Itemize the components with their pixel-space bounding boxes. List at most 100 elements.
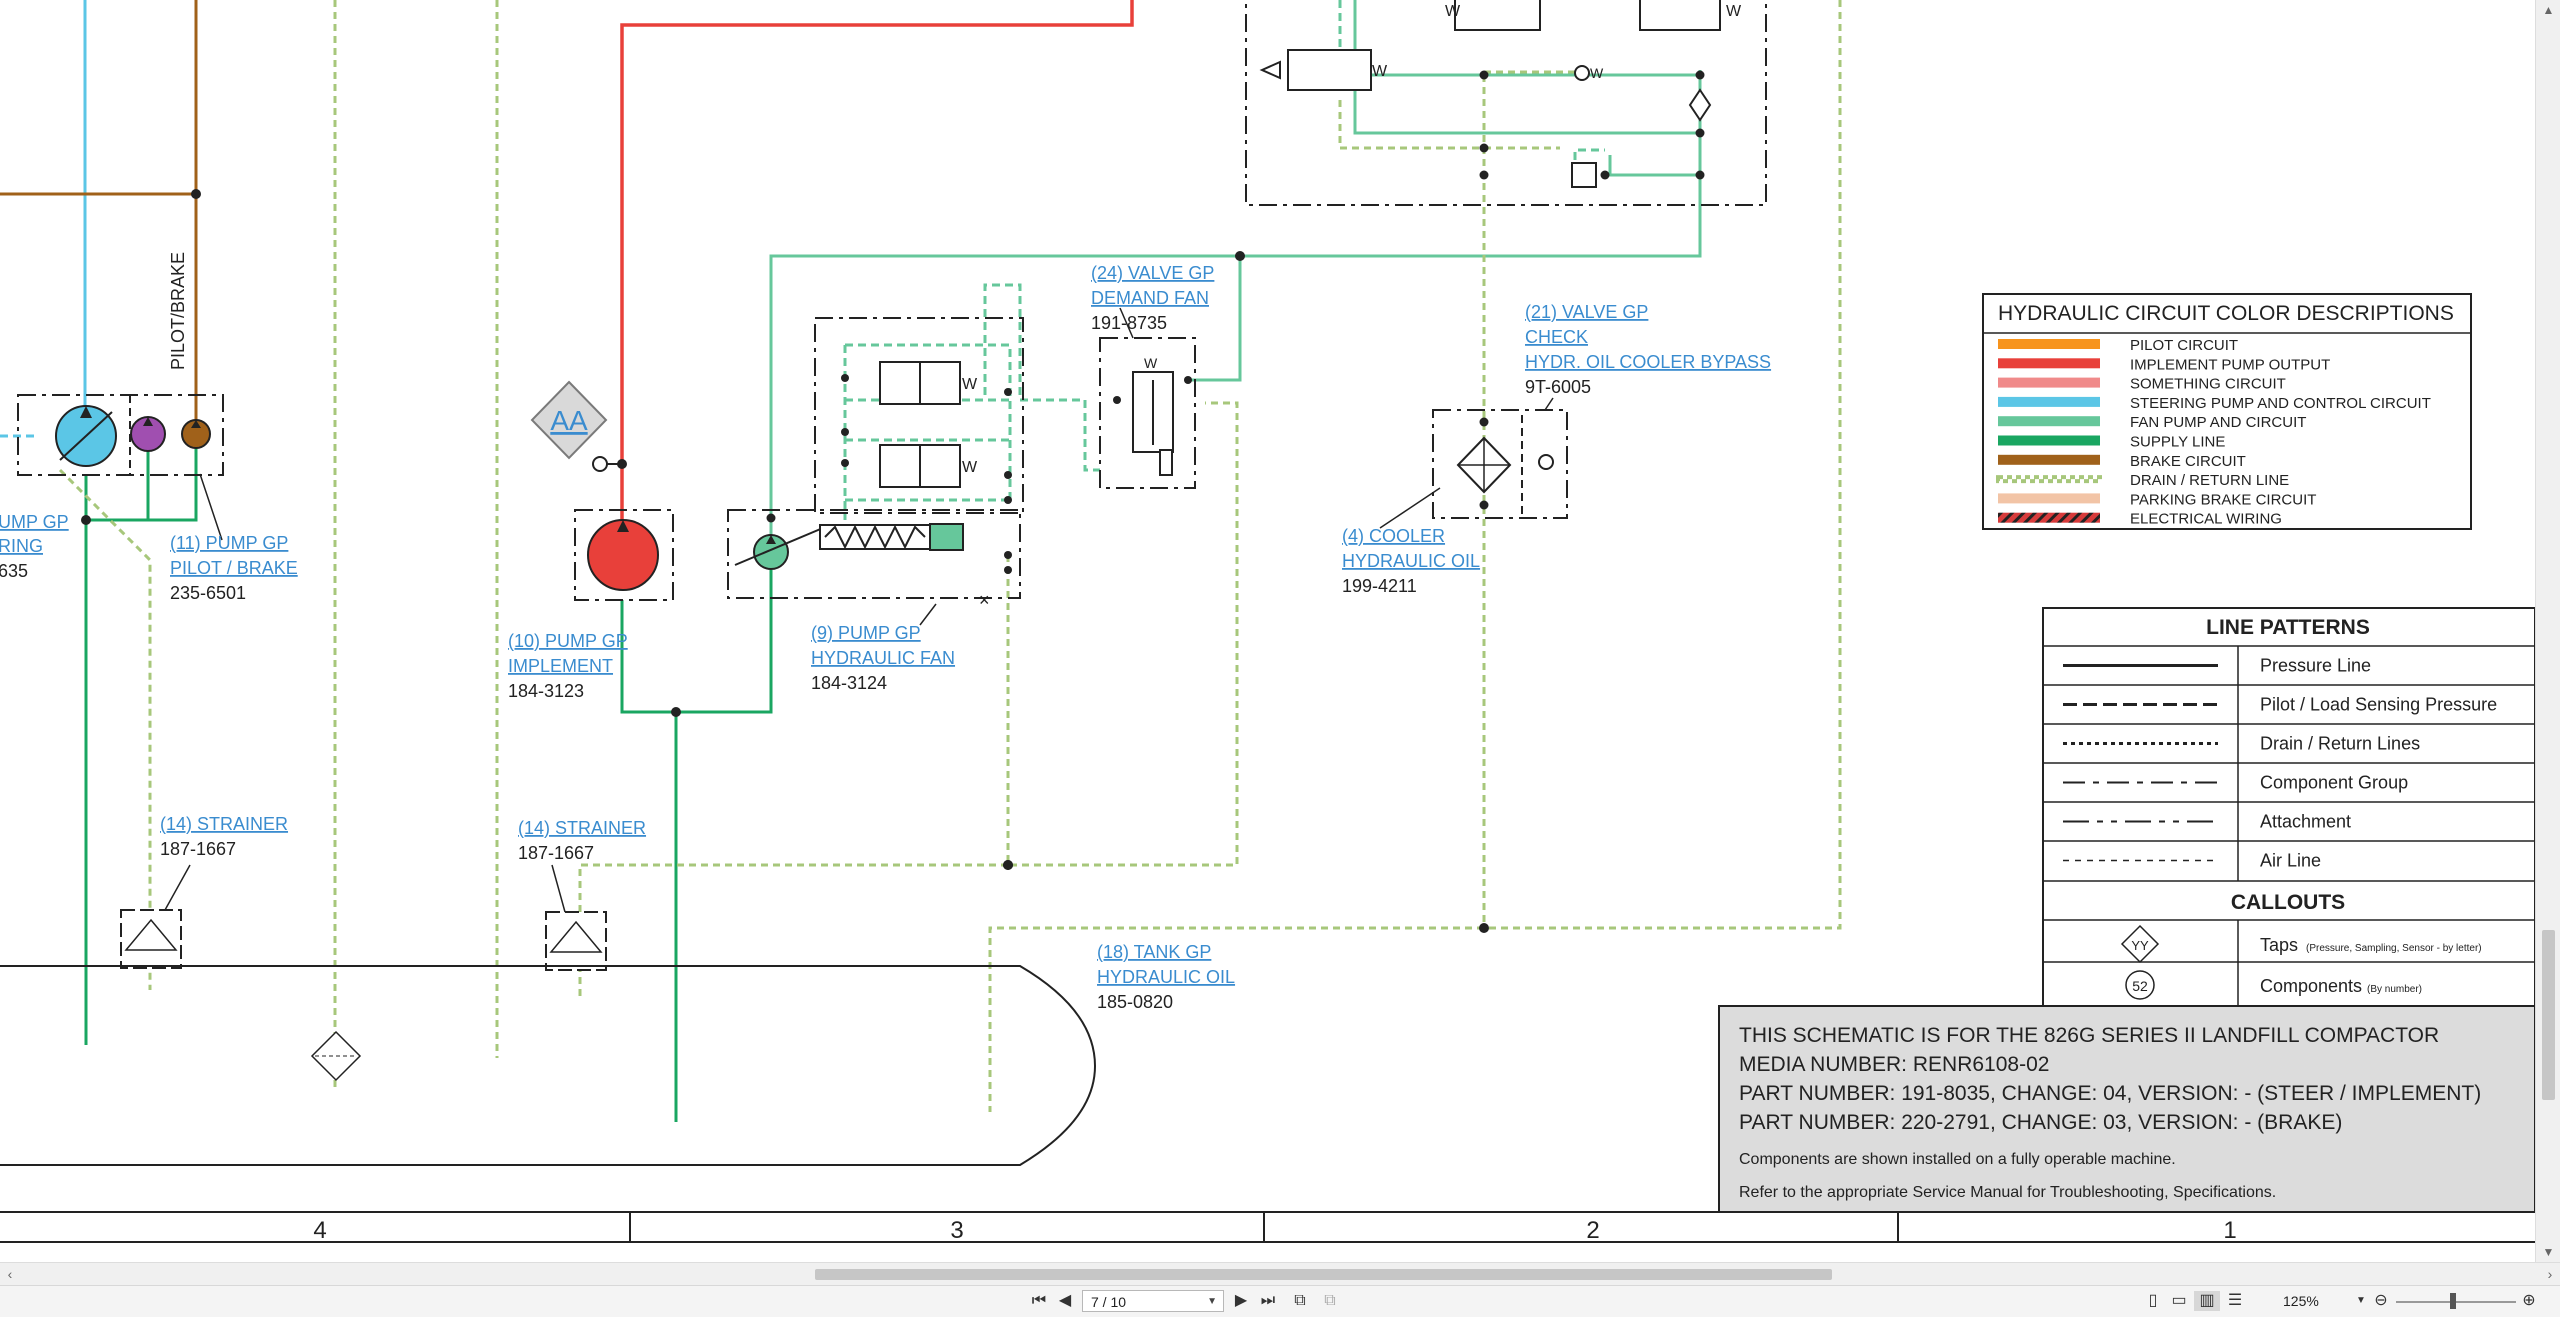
strainer-a-name[interactable]: (14) STRAINER bbox=[160, 814, 288, 834]
legend-swatch bbox=[1996, 475, 2102, 484]
line-pattern-label: Pilot / Load Sensing Pressure bbox=[2260, 695, 2497, 715]
legend-label: STEERING PUMP AND CONTROL CIRCUIT bbox=[2130, 395, 2431, 412]
vertical-scrollbar[interactable]: ▲ ▼ bbox=[2535, 0, 2560, 1262]
info-line-4: PART NUMBER: 220-2791, CHANGE: 03, VERSI… bbox=[1739, 1111, 2342, 1134]
horizontal-scroll-thumb[interactable] bbox=[815, 1269, 1832, 1280]
line-patterns-legend: LINE PATTERNS Pressure Line Pilot / Load … bbox=[2042, 607, 2535, 1009]
legend-label: SUPPLY LINE bbox=[2130, 434, 2225, 451]
horizontal-scrollbar[interactable]: ‹ › bbox=[0, 1262, 2560, 1285]
svg-text:×: × bbox=[979, 590, 990, 610]
svg-text:W: W bbox=[1726, 3, 1742, 20]
zoom-out-icon[interactable]: ⊖ bbox=[2370, 1291, 2392, 1311]
next-page-icon[interactable]: ▶ bbox=[1230, 1291, 1252, 1311]
strainer-b-part: 187-1667 bbox=[518, 843, 594, 863]
info-line-3: PART NUMBER: 191-8035, CHANGE: 04, VERSI… bbox=[1739, 1082, 2481, 1105]
pump-implement-part: 184-3123 bbox=[508, 681, 584, 701]
legend-label: BRAKE CIRCUIT bbox=[2130, 453, 2246, 470]
scroll-left-icon[interactable]: ‹ bbox=[0, 1263, 20, 1285]
pump-steering-name[interactable]: UMP GP bbox=[0, 512, 69, 532]
valve-check-part: 9T-6005 bbox=[1525, 377, 1591, 397]
last-page-icon[interactable]: ⏭ bbox=[1256, 1291, 1280, 1311]
tap-aa-label: AA bbox=[550, 405, 588, 436]
strainer-a-part: 187-1667 bbox=[160, 839, 236, 859]
svg-text:W: W bbox=[1372, 63, 1388, 80]
tank-part: 185-0820 bbox=[1097, 992, 1173, 1012]
schematic-canvas: W W W W × W W W AA UMP GP RING 635 (11) … bbox=[0, 0, 2535, 1262]
pilot-brake-line-label: PILOT/BRAKE bbox=[168, 252, 188, 370]
legend-label: PILOT CIRCUIT bbox=[2130, 337, 2238, 354]
zoom-slider[interactable] bbox=[2396, 1301, 2516, 1303]
zoom-in-icon[interactable]: ⊕ bbox=[2518, 1291, 2540, 1311]
valve-check-name2[interactable]: CHECK bbox=[1525, 327, 1588, 347]
cooler-name[interactable]: (4) COOLER bbox=[1342, 526, 1445, 546]
legend-swatch bbox=[1998, 454, 2100, 465]
facing-view-icon[interactable]: ▥ bbox=[2194, 1291, 2220, 1311]
continuous-view-icon[interactable]: ▭ bbox=[2168, 1291, 2190, 1311]
pump-steering-name2[interactable]: RING bbox=[0, 536, 43, 556]
svg-text:W: W bbox=[962, 459, 978, 476]
component-callout-symbol: 52 bbox=[2132, 978, 2148, 994]
continuous-facing-view-icon[interactable]: ☰ bbox=[2224, 1291, 2246, 1311]
legend-label: PARKING BRAKE CIRCUIT bbox=[2130, 491, 2316, 508]
pump-fan-name[interactable]: (9) PUMP GP bbox=[811, 623, 921, 643]
legend-label: DRAIN / RETURN LINE bbox=[2130, 472, 2289, 489]
color-legend-title: HYDRAULIC CIRCUIT COLOR DESCRIPTIONS bbox=[1998, 302, 2454, 325]
valve-check-name[interactable]: (21) VALVE GP bbox=[1525, 302, 1648, 322]
cooler-name2[interactable]: HYDRAULIC OIL bbox=[1342, 551, 1480, 571]
fit-page-icon[interactable]: ⧉ bbox=[1288, 1291, 1312, 1311]
legend-swatch bbox=[1998, 512, 2100, 523]
tank-name[interactable]: (18) TANK GP bbox=[1097, 942, 1211, 962]
svg-text:W: W bbox=[1144, 355, 1158, 371]
info-line-1: THIS SCHEMATIC IS FOR THE 826G SERIES II… bbox=[1739, 1024, 2439, 1047]
page-number-input[interactable]: 7 / 10 ▼ bbox=[1082, 1290, 1224, 1312]
legend-swatch bbox=[1998, 396, 2100, 407]
color-legend: HYDRAULIC CIRCUIT COLOR DESCRIPTIONS PIL… bbox=[1982, 293, 2472, 530]
vertical-scroll-thumb[interactable] bbox=[2542, 930, 2555, 1100]
callouts-title: CALLOUTS bbox=[2231, 891, 2345, 914]
line-pattern-label: Pressure Line bbox=[2260, 656, 2371, 676]
pump-fan-part: 184-3124 bbox=[811, 673, 887, 693]
legend-label: FAN PUMP AND CIRCUIT bbox=[2130, 414, 2306, 431]
tap-callout-note: (Pressure, Sampling, Sensor - by letter) bbox=[2306, 943, 2482, 954]
legend-swatch bbox=[1998, 493, 2100, 504]
line-pattern-label: Component Group bbox=[2260, 773, 2408, 793]
previous-page-icon[interactable]: ◀ bbox=[1054, 1291, 1076, 1311]
tank-name2[interactable]: HYDRAULIC OIL bbox=[1097, 967, 1235, 987]
page-dropdown-icon[interactable]: ▼ bbox=[1207, 1291, 1217, 1313]
hydraulic-schematic: W W W W × W W W AA UMP GP RING 635 (11) … bbox=[0, 0, 2535, 1244]
pump-pilot-name2[interactable]: PILOT / BRAKE bbox=[170, 558, 298, 578]
zoom-slider-thumb[interactable] bbox=[2450, 1293, 2456, 1309]
valve-fan-name[interactable]: (24) VALVE GP bbox=[1091, 263, 1214, 283]
line-patterns-title: LINE PATTERNS bbox=[2206, 616, 2370, 639]
tap-callout-symbol: YY bbox=[2131, 938, 2149, 953]
legend-label: SOMETHING CIRCUIT bbox=[2130, 376, 2286, 393]
grid-number-1: 1 bbox=[2223, 1217, 2236, 1244]
fit-width-icon[interactable]: ⧉ bbox=[1318, 1291, 1342, 1311]
schematic-info-box: THIS SCHEMATIC IS FOR THE 826G SERIES II… bbox=[1718, 1005, 2535, 1213]
component-callout-label: Components bbox=[2260, 976, 2362, 996]
scroll-up-icon[interactable]: ▲ bbox=[2536, 0, 2560, 20]
zoom-level[interactable]: 125% bbox=[2283, 1291, 2319, 1311]
svg-text:W: W bbox=[962, 376, 978, 393]
first-page-icon[interactable]: ⏮ bbox=[1028, 1291, 1050, 1311]
strainer-b-name[interactable]: (14) STRAINER bbox=[518, 818, 646, 838]
legend-swatch bbox=[1998, 339, 2100, 349]
valve-check-name3[interactable]: HYDR. OIL COOLER BYPASS bbox=[1525, 352, 1771, 372]
pump-implement-name2[interactable]: IMPLEMENT bbox=[508, 656, 613, 676]
pump-implement-name[interactable]: (10) PUMP GP bbox=[508, 631, 628, 651]
pump-fan-name2[interactable]: HYDRAULIC FAN bbox=[811, 648, 955, 668]
valve-fan-name2[interactable]: DEMAND FAN bbox=[1091, 288, 1209, 308]
info-line-6: Refer to the appropriate Service Manual … bbox=[1739, 1184, 2276, 1201]
zoom-dropdown-icon[interactable]: ▼ bbox=[2355, 1291, 2367, 1311]
scroll-down-icon[interactable]: ▼ bbox=[2536, 1242, 2560, 1262]
pump-steering-part: 635 bbox=[0, 561, 28, 581]
legend-swatch bbox=[1998, 416, 2100, 427]
valve-fan-part: 191-8735 bbox=[1091, 313, 1167, 333]
svg-text:W: W bbox=[1445, 3, 1461, 20]
grid-number-3: 3 bbox=[950, 1217, 963, 1244]
single-page-view-icon[interactable]: ▯ bbox=[2142, 1291, 2164, 1311]
grid-number-2: 2 bbox=[1586, 1217, 1599, 1244]
legend-swatch bbox=[1998, 435, 2100, 446]
pump-pilot-name[interactable]: (11) PUMP GP bbox=[170, 533, 288, 553]
scroll-right-icon[interactable]: › bbox=[2540, 1263, 2560, 1285]
